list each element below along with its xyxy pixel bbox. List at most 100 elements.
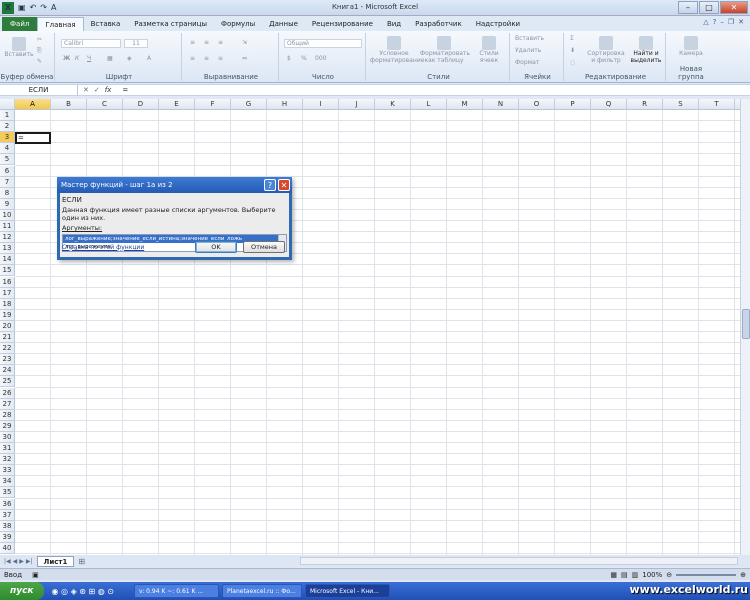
worksheet-grid[interactable]: ABCDEFGHIJKLMNOPQRSTU1234567891011121314… <box>0 99 740 555</box>
tab-developer[interactable]: Разработчик <box>408 17 469 31</box>
quick-launch-icons[interactable]: ◉ ◎ ◈ ⊛ ⊞ ◍ ⊙ <box>52 587 114 596</box>
row-header[interactable]: 12 <box>0 232 15 244</box>
copy-icon[interactable]: ⎘ <box>37 47 42 55</box>
row-header[interactable]: 8 <box>0 187 15 199</box>
tab-file[interactable]: Файл <box>2 17 38 31</box>
column-header[interactable]: M <box>447 99 483 110</box>
vertical-scrollbar[interactable] <box>740 99 750 555</box>
row-header[interactable]: 29 <box>0 420 15 432</box>
column-header[interactable]: T <box>699 99 735 110</box>
help-icon[interactable]: ? <box>264 179 276 191</box>
row-header[interactable]: 35 <box>0 487 15 499</box>
column-header[interactable]: F <box>195 99 231 110</box>
column-header[interactable]: K <box>375 99 411 110</box>
tab-addins[interactable]: Надстройки <box>469 17 527 31</box>
column-header[interactable]: Q <box>591 99 627 110</box>
zoom-in-icon[interactable]: ⊕ <box>740 571 746 579</box>
align-top-icon[interactable]: ≡ <box>190 39 195 46</box>
row-header[interactable]: 17 <box>0 287 15 299</box>
enter-icon[interactable]: ✓ <box>94 86 100 94</box>
bold-icon[interactable]: Ж <box>63 55 70 62</box>
macro-record-icon[interactable]: ▣ <box>32 571 39 579</box>
row-header[interactable]: 10 <box>0 209 15 221</box>
delete-cells-button[interactable]: Удалить <box>515 47 541 54</box>
zoom-level[interactable]: 100% <box>642 571 662 579</box>
align-bottom-icon[interactable]: ≡ <box>218 39 223 46</box>
paste-button[interactable]: Вставить <box>4 37 34 58</box>
taskbar-app[interactable]: Planetaexcel.ru :: Фо... <box>222 584 302 598</box>
row-header[interactable]: 5 <box>0 154 15 166</box>
font-icon[interactable]: A <box>51 3 56 12</box>
page-break-icon[interactable]: ▥ <box>632 571 639 579</box>
row-header[interactable]: 20 <box>0 320 15 332</box>
conditional-format-button[interactable]: Условное форматирование <box>370 36 424 64</box>
page-layout-icon[interactable]: ▤ <box>621 571 628 579</box>
column-header[interactable]: L <box>411 99 447 110</box>
row-header[interactable]: 16 <box>0 276 15 288</box>
row-header[interactable]: 13 <box>0 243 15 255</box>
currency-icon[interactable]: $ <box>287 55 291 62</box>
column-header[interactable]: A <box>15 99 51 110</box>
row-header[interactable]: 36 <box>0 498 15 510</box>
row-header[interactable]: 39 <box>0 531 15 543</box>
merge-cells-icon[interactable]: ⇔ <box>242 55 247 62</box>
workbook-close-icon[interactable]: ✕ <box>738 18 744 26</box>
row-header[interactable]: 33 <box>0 465 15 477</box>
new-sheet-icon[interactable]: ⊞ <box>78 557 85 566</box>
tab-formulas[interactable]: Формулы <box>214 17 262 31</box>
last-sheet-icon[interactable]: ▶| <box>26 558 33 565</box>
font-color-icon[interactable]: A <box>147 55 151 62</box>
insert-cells-button[interactable]: Вставить <box>515 35 544 42</box>
scrollbar-thumb[interactable] <box>742 309 750 339</box>
zoom-out-icon[interactable]: ⊖ <box>666 571 672 579</box>
row-header[interactable]: 22 <box>0 343 15 355</box>
ok-button[interactable]: OK <box>195 241 237 253</box>
formula-input[interactable]: = <box>116 86 128 94</box>
row-header[interactable]: 1 <box>0 110 15 121</box>
sheet-tab[interactable]: Лист1 <box>36 555 75 567</box>
comma-icon[interactable]: 000 <box>315 55 326 62</box>
column-header[interactable]: N <box>483 99 519 110</box>
select-all-corner[interactable] <box>0 99 15 110</box>
tab-insert[interactable]: Вставка <box>84 17 128 31</box>
column-header[interactable]: S <box>663 99 699 110</box>
underline-icon[interactable]: Ч <box>87 55 91 62</box>
tab-home[interactable]: Главная <box>37 17 84 31</box>
align-right-icon[interactable]: ≡ <box>218 55 223 62</box>
row-header[interactable]: 11 <box>0 221 15 232</box>
column-header[interactable]: R <box>627 99 663 110</box>
row-header[interactable]: 38 <box>0 520 15 532</box>
row-header[interactable]: 2 <box>0 121 15 133</box>
camera-button[interactable]: Камера <box>674 36 708 57</box>
font-size-select[interactable]: 11 <box>124 39 148 48</box>
column-header[interactable]: C <box>87 99 123 110</box>
find-select-button[interactable]: Найти и выделить <box>628 36 664 64</box>
taskbar-app[interactable]: v: 0.94 K ~: 0.61 K ... <box>134 584 219 598</box>
horizontal-scrollbar[interactable] <box>300 557 738 565</box>
row-header[interactable]: 30 <box>0 431 15 443</box>
row-header[interactable]: 34 <box>0 476 15 488</box>
maximize-icon[interactable]: □ <box>699 1 719 14</box>
italic-icon[interactable]: К <box>75 55 79 62</box>
format-cells-button[interactable]: Формат <box>515 59 539 66</box>
next-sheet-icon[interactable]: ▶ <box>19 558 24 565</box>
cancel-icon[interactable]: ✕ <box>83 86 89 94</box>
row-header[interactable]: 4 <box>0 143 15 155</box>
cancel-button[interactable]: Отмена <box>243 241 285 253</box>
zoom-slider[interactable] <box>676 573 737 576</box>
format-painter-icon[interactable]: ✎ <box>37 58 42 65</box>
help-icon[interactable]: ? <box>713 18 717 26</box>
borders-icon[interactable]: ▦ <box>107 55 113 62</box>
font-name-select[interactable]: Calibri <box>61 39 121 48</box>
wrap-text-icon[interactable]: ⇲ <box>242 39 247 46</box>
help-link[interactable]: Справка по этой функции <box>62 244 189 251</box>
percent-icon[interactable]: % <box>301 55 307 62</box>
column-header[interactable]: I <box>303 99 339 110</box>
row-header[interactable]: 27 <box>0 398 15 410</box>
row-header[interactable]: 24 <box>0 365 15 377</box>
align-middle-icon[interactable]: ≡ <box>204 39 209 46</box>
save-icon[interactable]: ▣ <box>18 3 26 12</box>
taskbar-app-active[interactable]: Microsoft Excel - Кни... <box>305 584 390 598</box>
cell-styles-button[interactable]: Стили ячеек <box>472 36 506 64</box>
column-header[interactable]: P <box>555 99 591 110</box>
